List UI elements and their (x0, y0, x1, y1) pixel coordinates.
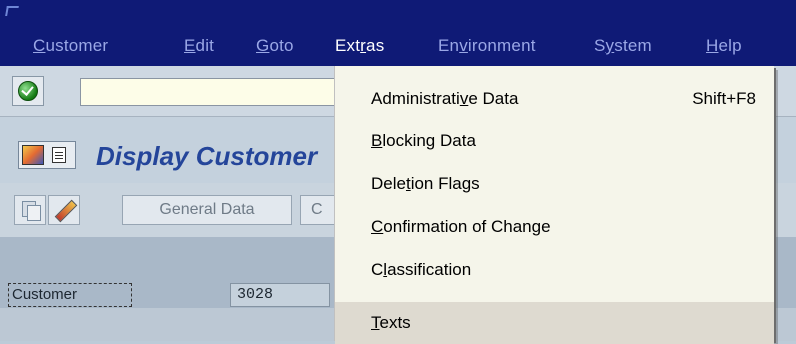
extras-dropdown-menu: Administrative Data Shift+F8 Blocking Da… (334, 66, 774, 344)
menu-customer[interactable]: Customer (33, 36, 108, 56)
general-data-button[interactable]: General Data (122, 195, 292, 225)
menu-item-administrative-data[interactable]: Administrative Data Shift+F8 (335, 78, 774, 120)
menu-system[interactable]: System (594, 36, 652, 56)
menu-goto[interactable]: Goto (256, 36, 294, 56)
customer-field[interactable]: 3028 (230, 283, 330, 307)
menu-bar: Customer Edit Goto Extras Environment Sy… (0, 0, 796, 66)
menu-item-deletion-flags[interactable]: Deletion Flags (335, 163, 774, 205)
shortcut-label: Shift+F8 (692, 89, 756, 108)
pencil-icon (54, 199, 78, 223)
menu-item-confirmation-of-change[interactable]: Confirmation of Change (335, 206, 774, 248)
page-title: Display Customer (96, 141, 318, 171)
display-change-button[interactable] (48, 195, 80, 225)
menu-item-classification[interactable]: Classification (335, 249, 774, 291)
document-icon (52, 147, 66, 163)
system-menu-icon[interactable] (5, 6, 19, 16)
other-customer-button[interactable] (14, 195, 46, 225)
menu-environment[interactable]: Environment (438, 36, 536, 56)
enter-button[interactable] (12, 76, 44, 106)
menu-help[interactable]: Help (706, 36, 742, 56)
customer-label: Customer (8, 283, 132, 307)
menu-item-blocking-data[interactable]: Blocking Data (335, 120, 774, 162)
title-icon-group (18, 141, 76, 169)
screen-icon (22, 145, 44, 165)
menu-extras[interactable]: Extras (335, 36, 384, 56)
menu-edit[interactable]: Edit (184, 36, 214, 56)
menu-item-texts[interactable]: Texts (335, 302, 774, 344)
